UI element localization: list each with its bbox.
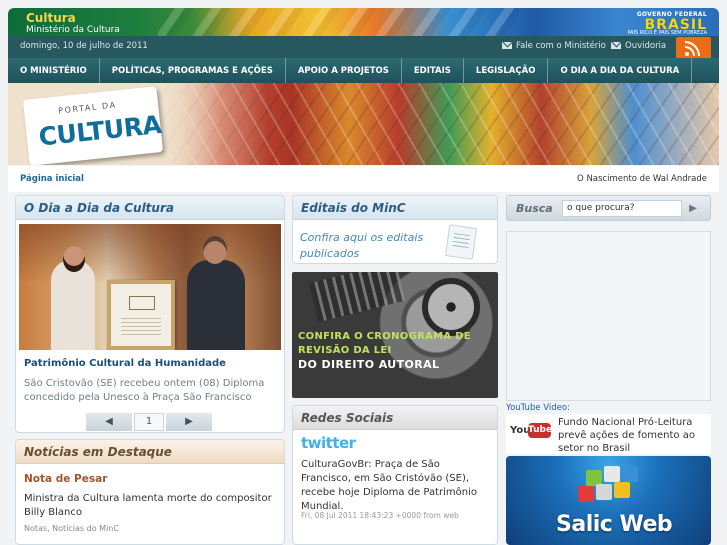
current-date: domingo, 10 de julho de 2011 — [20, 41, 148, 51]
destaque-meta[interactable]: Notas, Notícias do MinC — [24, 524, 119, 533]
youtube-caption: YouTube Video: — [506, 403, 570, 413]
cube-grey-icon — [596, 484, 612, 500]
photo-head-right — [203, 236, 227, 264]
fale-link[interactable]: Fale com o Ministério — [502, 41, 606, 51]
cube-yellow-icon — [614, 482, 630, 498]
ouvidoria-label: Ouvidoria — [625, 41, 667, 51]
banner-line1: CONFIRA O CRONOGRAMA DE REVISÃO DA LEI — [298, 331, 471, 356]
nav-item-politicas[interactable]: POLÍTICAS, PROGRAMAS E AÇÕES — [100, 58, 286, 83]
direito-autoral-banner[interactable]: CONFIRA O CRONOGRAMA DE REVISÃO DA LEI D… — [292, 272, 498, 398]
tweet-text[interactable]: CulturaGovBr: Praça de São Francisco, em… — [301, 458, 491, 514]
envelope-icon — [502, 42, 512, 49]
envelope-icon — [611, 42, 621, 49]
destaque-panel: Notícias em Destaque Nota de Pesar Minis… — [15, 439, 285, 545]
nav-item-editais[interactable]: EDITAIS — [402, 58, 464, 83]
news-ticker[interactable]: O Nascimento de Wal Andrade — [577, 174, 707, 184]
destaque-kicker[interactable]: Nota de Pesar — [24, 473, 107, 485]
youtube-logo-tube: Tube — [528, 423, 552, 438]
video-player[interactable] — [506, 231, 711, 401]
nav-item-dia-a-dia[interactable]: O DIA A DIA DA CULTURA — [548, 58, 693, 83]
logo-main-text: CULTURA — [37, 109, 163, 152]
top-banner: Cultura Ministério da Cultura GOVERNO FE… — [8, 8, 719, 36]
cube-red-icon — [578, 486, 594, 502]
news-photo[interactable] — [19, 224, 281, 350]
news-summary: São Cristovão (SE) recebeu ontem (08) Di… — [24, 378, 265, 403]
youtube-logo: You Tube — [510, 422, 552, 440]
search-label: Busca — [516, 202, 553, 215]
redes-panel: Redes Sociais twitter CulturaGovBr: Praç… — [292, 405, 498, 545]
destaque-text[interactable]: Ministra da Cultura lamenta morte do com… — [24, 492, 284, 520]
photo-person-left — [51, 260, 95, 350]
fale-label: Fale com o Ministério — [516, 41, 606, 51]
cube-blue-icon — [622, 466, 638, 482]
main-nav: O MINISTÉRIO POLÍTICAS, PROGRAMAS E AÇÕE… — [8, 58, 719, 83]
ouvidoria-link[interactable]: Ouvidoria — [611, 41, 666, 51]
info-bar: domingo, 10 de julho de 2011 Fale com o … — [8, 36, 719, 58]
redes-heading[interactable]: Redes Sociais — [293, 406, 497, 425]
prev-arrow-icon[interactable]: ◀ — [86, 413, 132, 431]
nav-item-legislacao[interactable]: LEGISLAÇÃO — [464, 58, 549, 83]
destaque-header: Notícias em Destaque — [16, 440, 284, 464]
hero-banner: PORTAL DA CULTURA — [8, 83, 719, 165]
destaque-heading[interactable]: Notícias em Destaque — [16, 440, 284, 459]
banner-line2: DO DIREITO AUTORAL — [298, 358, 440, 371]
cube-white-icon — [604, 466, 620, 482]
editais-heading[interactable]: Editais do MinC — [293, 196, 497, 215]
editais-header: Editais do MinC — [293, 196, 497, 220]
editais-link[interactable]: Confira aqui os editais publicados — [300, 230, 440, 262]
document-icon — [444, 224, 478, 260]
salic-web-banner[interactable]: Salic Web — [506, 456, 711, 545]
rss-dot — [685, 52, 689, 56]
portal-logo[interactable]: PORTAL DA CULTURA — [22, 86, 164, 165]
next-arrow-icon[interactable]: ▶ — [166, 413, 212, 431]
dia-a-dia-heading[interactable]: O Dia a Dia da Cultura — [16, 196, 284, 215]
editais-panel: Editais do MinC Confira aqui os editais … — [292, 195, 498, 264]
film-strip — [308, 272, 406, 323]
banner-pattern — [158, 8, 518, 36]
site-name[interactable]: Cultura — [26, 11, 76, 25]
twitter-logo[interactable]: twitter — [301, 434, 356, 452]
page-number[interactable]: 1 — [134, 413, 164, 431]
salic-web-label: Salic Web — [556, 512, 673, 537]
breadcrumb-bar: Página inicial O Nascimento de Wal Andra… — [8, 166, 719, 192]
youtube-item[interactable]: You Tube Fundo Nacional Pró-Leitura prev… — [506, 414, 711, 454]
photo-person-right — [187, 260, 245, 350]
news-title[interactable]: Patrimônio Cultural da Humanidade — [24, 358, 226, 369]
nav-item-ministerio[interactable]: O MINISTÉRIO — [8, 58, 100, 83]
dia-a-dia-panel: O Dia a Dia da Cultura Patrimônio Cultur… — [15, 195, 285, 433]
photo-diploma — [107, 280, 175, 350]
youtube-title[interactable]: Fundo Nacional Pró-Leitura prevê ações d… — [558, 416, 708, 455]
logo-top-text: PORTAL DA — [57, 100, 118, 116]
redes-header: Redes Sociais — [293, 406, 497, 430]
search-box: Busca o que procura? ▶ — [506, 195, 711, 221]
search-input[interactable]: o que procura? — [562, 200, 682, 217]
page: Cultura Ministério da Cultura GOVERNO FE… — [0, 0, 727, 545]
dia-a-dia-header: O Dia a Dia da Cultura — [16, 196, 284, 220]
slideshow-pager: ◀ 1 ▶ — [86, 413, 214, 431]
nav-item-apoio[interactable]: APOIO A PROJETOS — [286, 58, 402, 83]
tweet-meta: Fri, 08 Jul 2011 18:43:23 +0000 from web — [301, 511, 459, 520]
gov-brasil-logo[interactable]: GOVERNO FEDERAL BRASIL PAÍS RICO É PAÍS … — [627, 11, 707, 36]
breadcrumb-home[interactable]: Página inicial — [20, 174, 84, 184]
site-subtitle: Ministério da Cultura — [26, 25, 120, 35]
photo-head-left — [63, 246, 85, 272]
film-reel-icon — [422, 278, 480, 336]
search-go-icon[interactable]: ▶ — [682, 200, 704, 217]
